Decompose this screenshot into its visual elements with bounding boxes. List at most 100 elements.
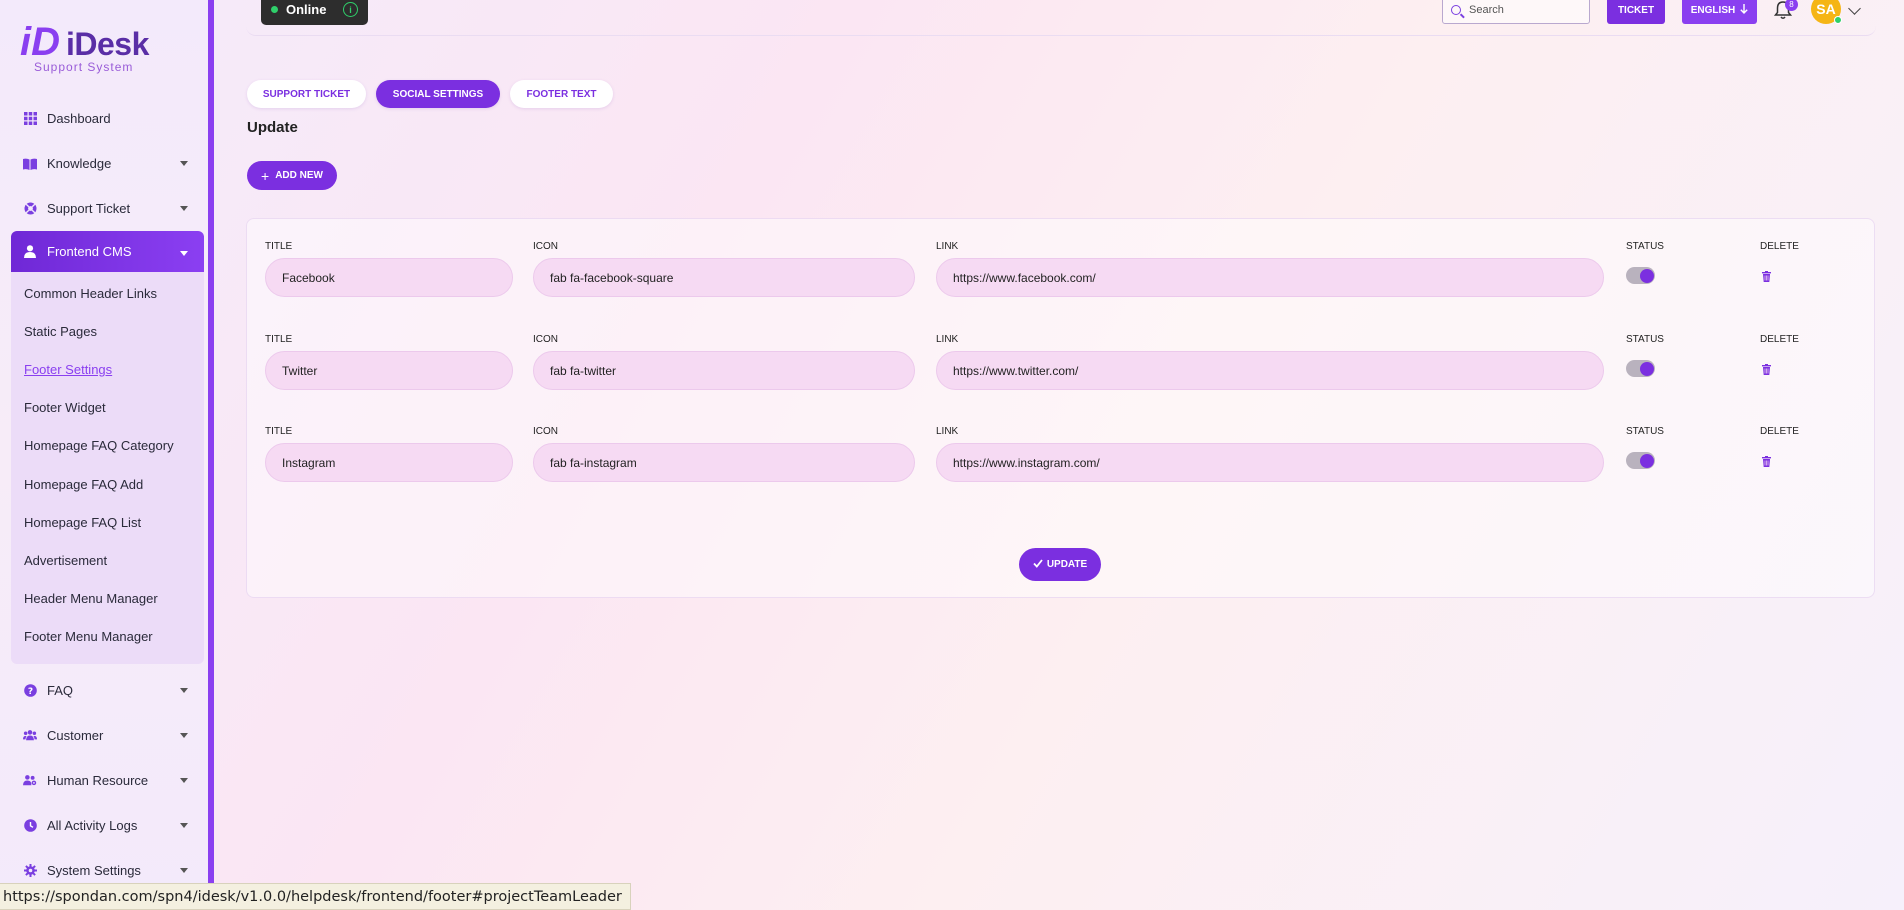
grid-icon bbox=[23, 112, 37, 126]
title-input[interactable]: Instagram bbox=[265, 443, 513, 482]
sidebar-nav: Dashboard Knowledge Support Ticket Front… bbox=[11, 96, 204, 893]
link-label: LINK bbox=[936, 426, 959, 437]
submenu-footer-settings[interactable]: Footer Settings bbox=[11, 350, 204, 388]
tab-support-ticket[interactable]: SUPPORT TICKET bbox=[247, 80, 366, 108]
users-icon bbox=[23, 728, 37, 742]
online-dot-icon bbox=[271, 6, 278, 13]
icon-input[interactable]: fab fa-twitter bbox=[533, 351, 915, 390]
arrow-down-icon bbox=[1740, 3, 1748, 17]
status-label: STATUS bbox=[1626, 241, 1664, 252]
logo-mark: iD bbox=[20, 20, 60, 64]
users-cog-icon bbox=[23, 773, 37, 787]
check-icon bbox=[1033, 558, 1043, 571]
sidebar-item-dashboard[interactable]: Dashboard bbox=[11, 96, 204, 141]
caret-down-icon bbox=[180, 822, 188, 828]
icon-label: ICON bbox=[533, 334, 558, 345]
title-label: TITLE bbox=[265, 241, 293, 252]
caret-down-icon bbox=[180, 161, 188, 166]
sidebar-item-faq[interactable]: ? FAQ bbox=[11, 668, 204, 713]
info-icon[interactable]: i bbox=[343, 2, 358, 17]
social-settings-card: TITLE ICON LINK STATUS DELETE Facebook f… bbox=[246, 218, 1875, 598]
sidebar-item-label: Dashboard bbox=[47, 111, 111, 126]
add-new-label: ADD NEW bbox=[275, 170, 323, 181]
submenu-footer-menu-manager[interactable]: Footer Menu Manager bbox=[11, 618, 204, 656]
title-input[interactable]: Twitter bbox=[265, 351, 513, 390]
icon-input[interactable]: fab fa-instagram bbox=[533, 443, 915, 482]
user-icon bbox=[23, 245, 37, 259]
page-title: Update bbox=[247, 119, 298, 136]
caret-down-icon bbox=[180, 251, 188, 256]
sidebar-item-customer[interactable]: Customer bbox=[11, 713, 204, 758]
browser-status-url: https://spondan.com/spn4/idesk/v1.0.0/he… bbox=[0, 883, 631, 910]
sidebar-item-human-resource[interactable]: Human Resource bbox=[11, 758, 204, 803]
sidebar-item-all-activity-logs[interactable]: All Activity Logs bbox=[11, 803, 204, 848]
sidebar-item-label: FAQ bbox=[47, 682, 74, 698]
add-new-button[interactable]: + ADD NEW bbox=[247, 161, 337, 190]
logo[interactable]: iD iDesk Support System bbox=[20, 20, 170, 76]
title-label: TITLE bbox=[265, 426, 293, 437]
link-input[interactable]: https://www.instagram.com/ bbox=[936, 443, 1604, 482]
submenu-footer-widget[interactable]: Footer Widget bbox=[11, 389, 204, 427]
caret-down-icon bbox=[180, 687, 188, 693]
search-placeholder: Search bbox=[1469, 4, 1504, 16]
gear-icon bbox=[23, 863, 37, 877]
social-row: TITLE ICON LINK STATUS DELETE Instagram … bbox=[265, 426, 1845, 506]
trash-icon[interactable] bbox=[1762, 454, 1771, 467]
caret-down-icon bbox=[180, 867, 188, 873]
icon-input[interactable]: fab fa-facebook-square bbox=[533, 258, 915, 297]
submenu-common-header-links[interactable]: Common Header Links bbox=[11, 274, 204, 312]
title-label: TITLE bbox=[265, 334, 293, 345]
settings-tabs: SUPPORT TICKET SOCIAL SETTINGS FOOTER TE… bbox=[247, 80, 613, 108]
question-icon: ? bbox=[23, 683, 37, 697]
logo-name: iDesk bbox=[66, 26, 149, 62]
sidebar-item-support-ticket[interactable]: Support Ticket bbox=[11, 186, 204, 231]
sidebar-item-knowledge[interactable]: Knowledge bbox=[11, 141, 204, 186]
title-input[interactable]: Facebook bbox=[265, 258, 513, 297]
lifebuoy-icon bbox=[23, 202, 37, 216]
status-toggle[interactable] bbox=[1626, 267, 1655, 284]
link-input[interactable]: https://www.twitter.com/ bbox=[936, 351, 1604, 390]
link-label: LINK bbox=[936, 334, 959, 345]
submenu-static-pages[interactable]: Static Pages bbox=[11, 312, 204, 350]
status-toggle[interactable] bbox=[1626, 360, 1655, 377]
trash-icon[interactable] bbox=[1762, 362, 1771, 375]
submenu-header-menu-manager[interactable]: Header Menu Manager bbox=[11, 580, 204, 618]
social-row: TITLE ICON LINK STATUS DELETE Twitter fa… bbox=[265, 334, 1845, 414]
plus-icon: + bbox=[261, 167, 270, 184]
language-button[interactable]: ENGLISH bbox=[1682, 0, 1757, 24]
ticket-button[interactable]: TICKET bbox=[1607, 0, 1665, 24]
submenu-homepage-faq-category[interactable]: Homepage FAQ Category bbox=[11, 427, 204, 465]
sidebar-item-label: System Settings bbox=[47, 862, 141, 878]
status-label: STATUS bbox=[1626, 334, 1664, 345]
status-toggle[interactable] bbox=[1626, 452, 1655, 469]
icon-label: ICON bbox=[533, 241, 558, 252]
online-status-label: Online bbox=[286, 2, 327, 17]
social-row: TITLE ICON LINK STATUS DELETE Facebook f… bbox=[265, 241, 1845, 321]
svg-text:?: ? bbox=[27, 687, 32, 697]
search-input[interactable]: Search bbox=[1442, 0, 1590, 24]
status-label: STATUS bbox=[1626, 426, 1664, 437]
sidebar-item-label: Support Ticket bbox=[47, 201, 131, 216]
logo-subtitle: Support System bbox=[34, 60, 134, 74]
sidebar-item-label: Frontend CMS bbox=[47, 244, 132, 259]
update-button[interactable]: UPDATE bbox=[1019, 548, 1101, 581]
tab-footer-text[interactable]: FOOTER TEXT bbox=[510, 80, 613, 108]
delete-label: DELETE bbox=[1760, 334, 1799, 345]
tab-social-settings[interactable]: SOCIAL SETTINGS bbox=[376, 80, 500, 108]
submenu-advertisement[interactable]: Advertisement bbox=[11, 541, 204, 579]
sidebar-item-label: Human Resource bbox=[47, 772, 149, 788]
delete-label: DELETE bbox=[1760, 241, 1799, 252]
submenu-homepage-faq-add[interactable]: Homepage FAQ Add bbox=[11, 465, 204, 503]
caret-down-icon bbox=[180, 732, 188, 738]
frontend-cms-submenu: Common Header Links Static Pages Footer … bbox=[11, 272, 204, 664]
language-label: ENGLISH bbox=[1690, 4, 1736, 16]
caret-down-icon bbox=[180, 206, 188, 211]
search-icon bbox=[1451, 5, 1461, 15]
sidebar-item-frontend-cms[interactable]: Frontend CMS bbox=[11, 231, 204, 272]
online-status[interactable]: Online i bbox=[261, 0, 368, 25]
update-label: UPDATE bbox=[1046, 559, 1088, 570]
sidebar: iD iDesk Support System Dashboard Knowle… bbox=[0, 0, 214, 910]
link-input[interactable]: https://www.facebook.com/ bbox=[936, 258, 1604, 297]
submenu-homepage-faq-list[interactable]: Homepage FAQ List bbox=[11, 503, 204, 541]
trash-icon[interactable] bbox=[1762, 269, 1771, 282]
